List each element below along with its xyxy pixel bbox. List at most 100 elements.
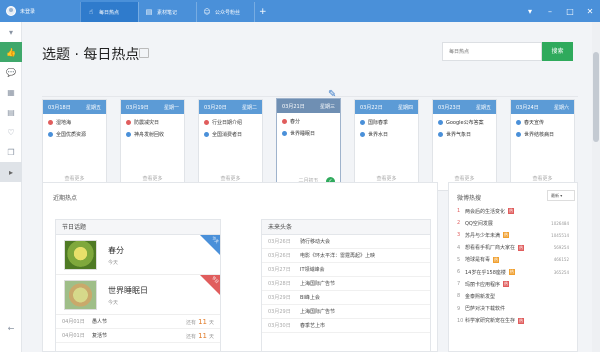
scrollbar[interactable] [592,22,600,352]
user-account[interactable]: 未登录 [0,0,80,22]
event-item[interactable]: 神舟发射回收 [126,131,184,138]
event-item[interactable]: 防震减灾日 [126,119,184,126]
weibo-rank: 6 [457,269,461,276]
day-header: 03月21日 星期三 [277,99,340,113]
tab-daily-hot[interactable]: ☝ 每日热点 [80,2,138,22]
day-card[interactable]: 03月22日 星期四国际春季世界水日查看更多 [354,99,419,191]
weibo-row[interactable]: 1 两会后的生活变化热 [449,205,579,217]
tab-material-notes[interactable]: ▤ 素材笔记 [138,2,196,22]
day-card[interactable]: 03月20日 星期二 行业日期介绍 全国消费者日 查看更多 [198,99,263,191]
headline-row[interactable]: 03月26日 电影《环太平洋：雷霆再起》上映 [262,249,430,263]
weibo-row[interactable]: 9 巴萨对决下载软件 [449,303,579,315]
scroll-thumb[interactable] [593,52,599,142]
divider [42,96,578,97]
weibo-row[interactable]: 5 地球是有毒热 466152 [449,254,579,266]
see-more-link[interactable]: 查看更多 [511,175,574,182]
day-header: 03月22日 星期四 [355,100,418,114]
see-more-link[interactable]: 查看更多 [199,175,262,182]
event-item[interactable]: 全国消费者日 [204,131,262,138]
grid-icon[interactable] [139,48,149,58]
close-icon[interactable]: ✕ [580,7,600,16]
event-dot-icon [126,120,131,125]
expand-icon[interactable]: ▸ [0,162,22,182]
event-item[interactable]: 世界睡眠日 [282,130,340,137]
event-item[interactable]: 湿地海 [48,119,106,126]
weibo-row[interactable]: 10 科学家研究新宠在生存热 [449,315,579,327]
event-item[interactable]: 世界水日 [360,131,418,138]
table-icon[interactable]: ▦ [0,82,22,102]
festival-name: 世界睡眠日 [108,286,148,295]
back-arrow-icon[interactable]: ← [0,318,22,338]
headline-text: 上海国际广告节 [300,309,336,315]
weibo-row[interactable]: 6 14岁在乎158座楼热 365254 [449,266,579,278]
list-item[interactable]: 04月01日 愚人节 还有 11 天 [56,315,220,329]
see-more-link[interactable]: 查看更多 [355,175,418,182]
day-card[interactable]: 03月24日 星期六春天宣传世界结核病日 查看更多 [510,99,575,191]
event-item[interactable]: 春分 [282,118,340,125]
search-button[interactable]: 搜索 [542,42,573,61]
day-card[interactable]: 03月19日 星期一防震减灾日神舟发射回收 查看更多 [120,99,185,191]
item-date: 04月01日 [62,319,85,325]
chat-icon[interactable]: 💬 [0,62,22,82]
headline-date: 03月26日 [268,253,291,259]
like-icon[interactable]: ♡ [0,122,22,142]
headline-row[interactable]: 03月29日 上海国际广告节 [262,305,430,319]
weibo-row[interactable]: 3 苏丹与少年未满热 1045514 [449,229,579,241]
add-tab-button[interactable]: + [254,2,268,22]
left-sidebar: ▾ 👍 💬 ▦ ▤ ♡ ❐ ▸ ← [0,22,22,352]
day-card[interactable]: 03月23日 星期五 Google公布答案 世界气象日 查看更多 [432,99,497,191]
festival-thumbnail [64,240,97,270]
weibo-row[interactable]: 7 玛丽卡应用程序热 [449,278,579,290]
event-item[interactable]: Google公布答案 [438,119,496,126]
weibo-count: 466152 [553,257,569,263]
headline-row[interactable]: 03月30日 春季艺上市 [262,319,430,333]
event-item[interactable]: 春天宣传 [516,119,574,126]
event-text: 春天宣传 [524,120,545,126]
thumb-up-icon[interactable]: 👍 [0,42,22,62]
headline-row[interactable]: 03月26日 骑行移动大会 [262,235,430,249]
event-item[interactable]: 世界结核病日 [516,131,574,138]
headline-row[interactable]: 03月28日 上海国际广告节 [262,277,430,291]
users-icon: ☺ [203,8,211,16]
day-header: 03月24日 星期六 [511,100,574,114]
event-text: 行业日期介绍 [212,120,243,126]
event-text: Google公布答案 [446,120,484,126]
minimize-icon[interactable]: – [540,7,560,16]
day-weekday: 星期四 [397,104,413,111]
see-more-link[interactable]: 查看更多 [121,175,184,182]
day-date: 03月18日 [48,104,71,111]
sort-select[interactable]: 最新 ▾ [547,190,575,201]
weibo-row[interactable]: 8 金泰熙新发型 [449,290,579,302]
headline-date: 03月30日 [268,323,291,329]
weibo-list: 1 两会后的生活变化热 2 QQ空间发展 1026484 3 苏丹与少年未满热 1045514… [449,205,579,327]
copy-icon[interactable]: ❐ [0,142,22,162]
day-header: 03月19日 星期一 [121,100,184,114]
weibo-row[interactable]: 2 QQ空间发展 1026484 [449,217,579,229]
maximize-icon[interactable]: □ [560,7,580,16]
festival-item[interactable]: 世界睡眠日 今天 节日 [56,275,220,315]
headline-text: 骑行移动大会 [300,239,331,245]
headline-row[interactable]: 03月29日 BI峰上会 [262,291,430,305]
menu-icon[interactable]: ▾ [520,7,540,16]
search-input[interactable] [442,42,542,61]
event-item[interactable]: 世界气象日 [438,131,496,138]
festival-item[interactable]: 春分 今天 今天 [56,235,220,275]
day-card[interactable]: 03月21日 星期三 春分 世界睡眠日 二月初五 ✓ [276,98,341,193]
list-item[interactable]: 04月01日 复活节 还有 11 天 [56,329,220,343]
hot-badge: 热 [508,269,515,276]
day-weekday: 星期二 [241,104,257,111]
see-more-link[interactable]: 查看更多 [43,175,106,182]
document-icon[interactable]: ▤ [0,102,22,122]
event-item[interactable]: 行业日期介绍 [204,119,262,126]
chevron-down-icon[interactable]: ▾ [0,22,22,42]
weibo-row[interactable]: 4 想看看手机厂商大家在热 569254 [449,242,579,254]
see-more-link[interactable]: 查看更多 [433,175,496,182]
tab-followers[interactable]: ☺ 公众号粉丝 [196,2,254,22]
event-item[interactable]: 国际春季 [360,119,418,126]
headline-row[interactable]: 03月27日 IT领域峰会 [262,263,430,277]
event-dot-icon [360,132,365,137]
event-item[interactable]: 全国优质资源 [48,131,106,138]
headline-date: 03月27日 [268,267,291,273]
weibo-title: 想看看手机厂商大家在 [465,245,516,252]
day-card[interactable]: 03月18日 星期五 湿地海 全国优质资源 查看更多 [42,99,107,191]
